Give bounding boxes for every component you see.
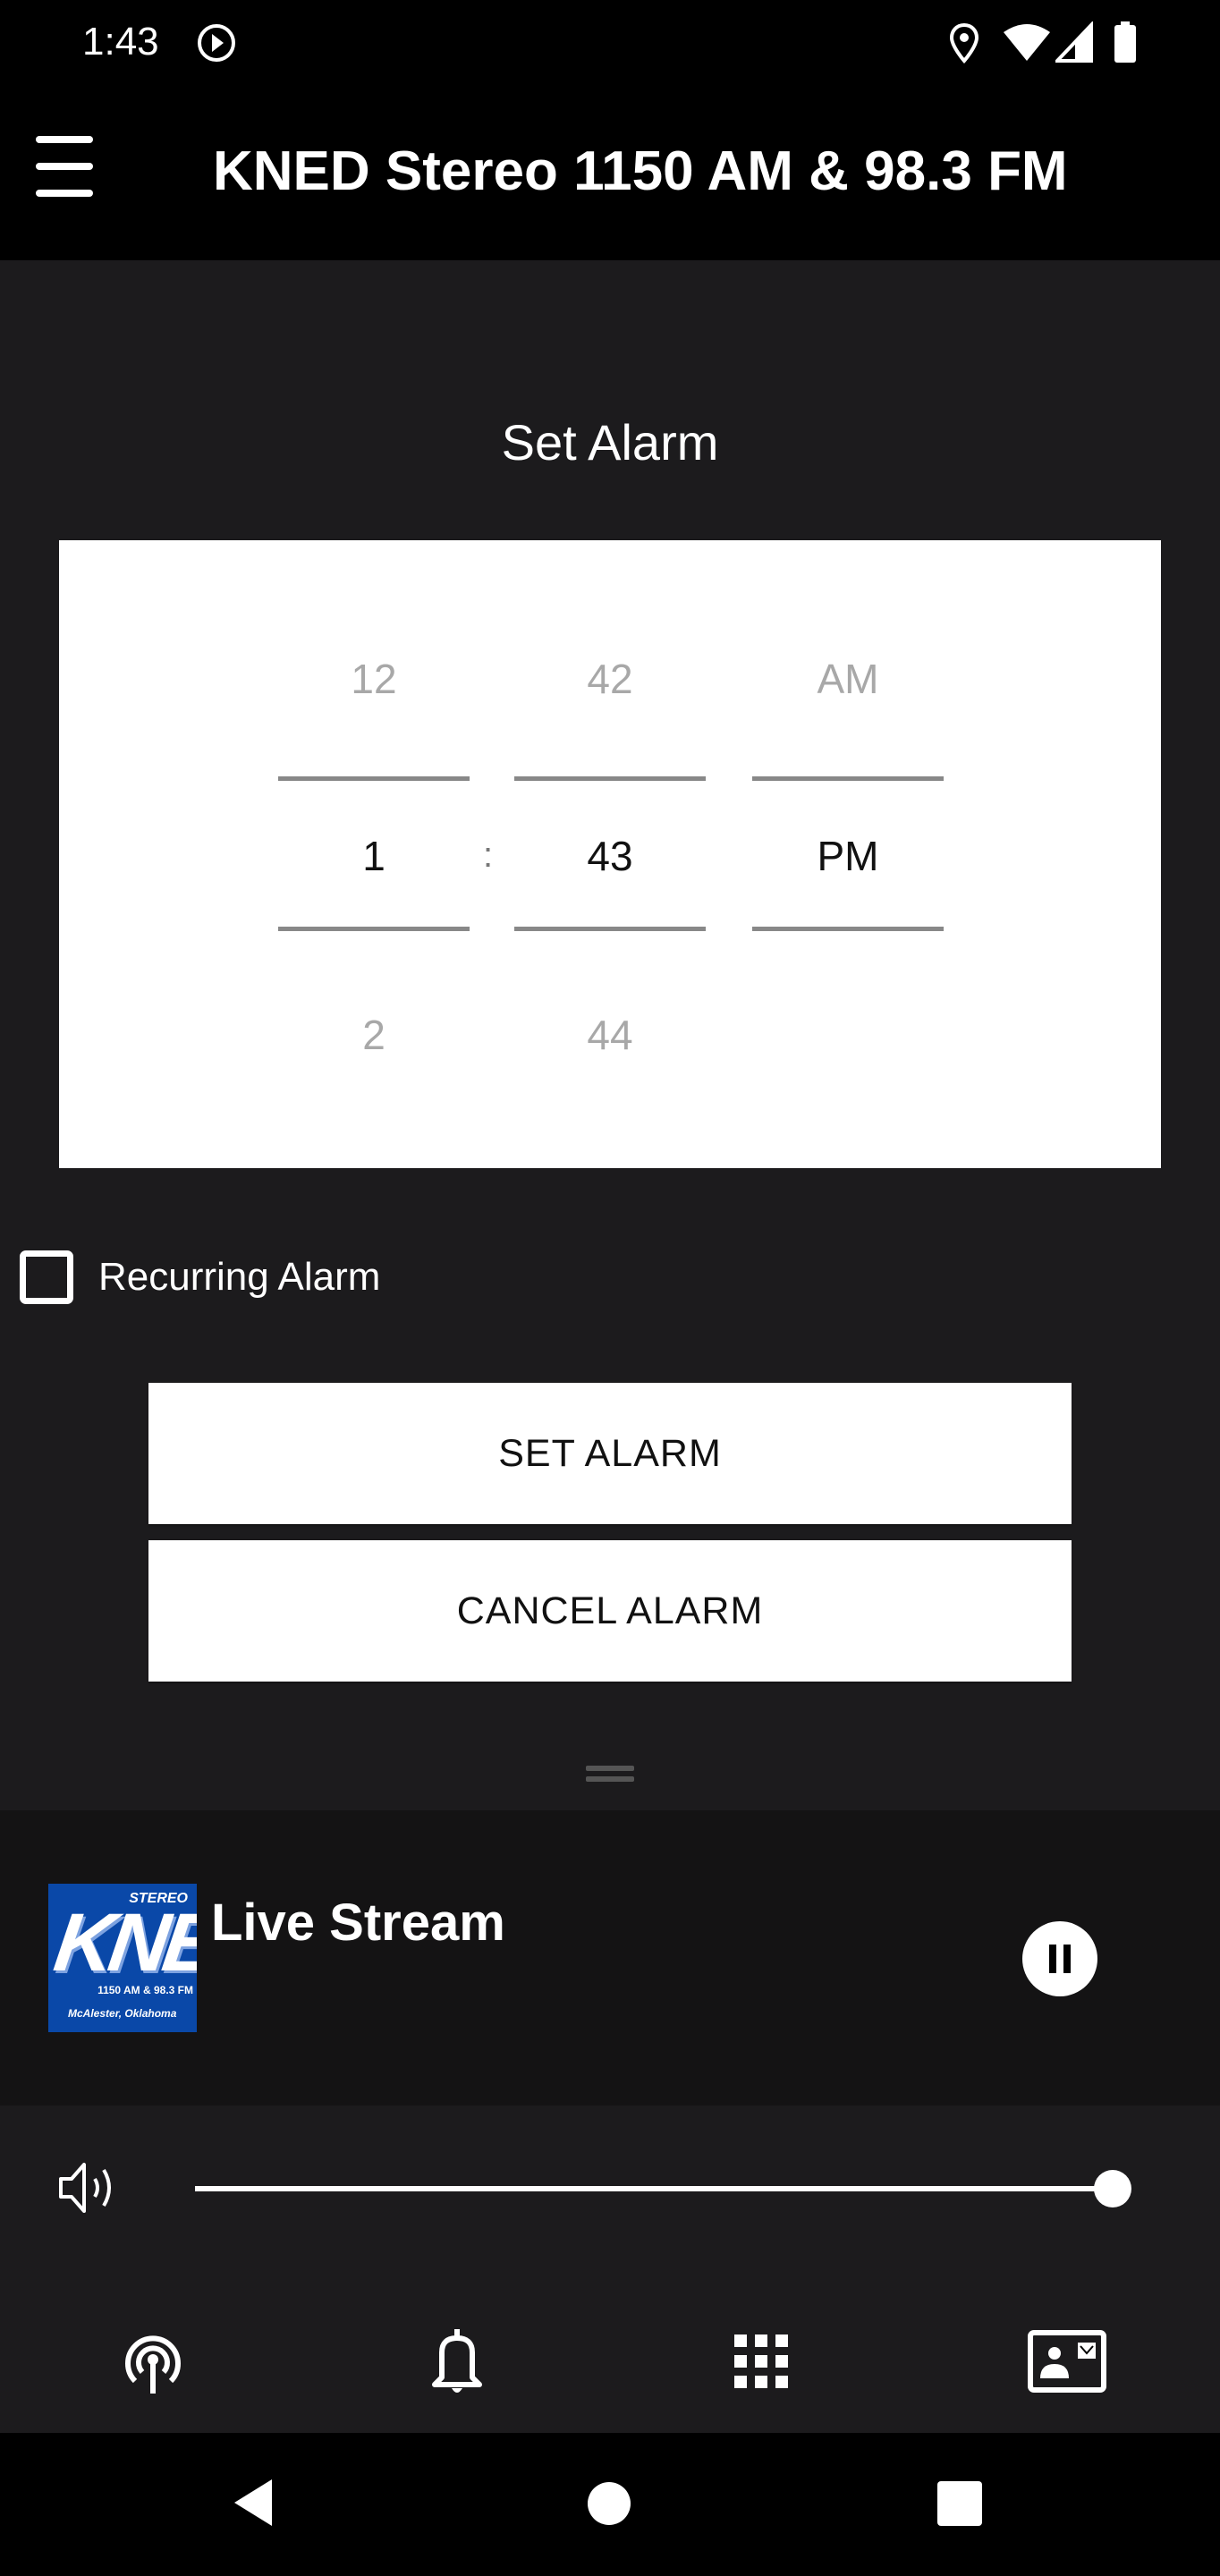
recents-icon[interactable] — [937, 2481, 982, 2526]
set-alarm-button[interactable]: SET ALARM — [148, 1383, 1072, 1524]
hour-current[interactable]: 1 — [278, 832, 470, 880]
station-logo: STEREO KNED 1150 AM & 98.3 FM McAlester,… — [48, 1884, 197, 2032]
ampm-current[interactable]: PM — [752, 832, 944, 880]
minute-prev[interactable]: 42 — [514, 655, 706, 703]
nav-menu-grid[interactable] — [712, 2317, 810, 2406]
stream-title: Live Stream — [211, 1894, 505, 1952]
status-time: 1:43 — [82, 20, 159, 64]
time-separator: : — [483, 835, 494, 875]
back-icon[interactable] — [231, 2478, 275, 2528]
cancel-alarm-button[interactable]: CANCEL ALARM — [148, 1540, 1072, 1682]
battery-icon — [1114, 21, 1136, 63]
hamburger-menu-icon[interactable] — [32, 134, 97, 199]
signal-icon — [1055, 21, 1093, 63]
hour-divider-top — [278, 776, 470, 781]
contact-card-icon — [1028, 2330, 1106, 2393]
minute-next[interactable]: 44 — [514, 1011, 706, 1059]
minute-current[interactable]: 43 — [514, 832, 706, 880]
logo-frequency-text: 1150 AM & 98.3 FM — [97, 1984, 193, 1996]
now-playing-bar: STEREO KNED 1150 AM & 98.3 FM McAlester,… — [0, 1810, 1220, 2106]
nav-live[interactable] — [104, 2317, 202, 2406]
page-heading: Set Alarm — [501, 414, 719, 470]
system-navigation-bar — [0, 2433, 1220, 2576]
wifi-icon — [1004, 24, 1050, 61]
volume-control — [0, 2132, 1220, 2240]
nav-contact[interactable] — [1018, 2317, 1116, 2406]
time-picker: 12 1 2 : 42 43 44 AM PM — [59, 540, 1161, 1168]
hour-next[interactable]: 2 — [278, 1011, 470, 1059]
volume-slider-track[interactable] — [195, 2186, 1113, 2191]
pause-button[interactable] — [1022, 1921, 1097, 1996]
hour-divider-bottom — [278, 927, 470, 931]
bell-icon — [432, 2329, 482, 2393]
hour-prev[interactable]: 12 — [278, 655, 470, 703]
volume-slider-thumb[interactable] — [1094, 2170, 1131, 2207]
location-icon — [949, 22, 979, 64]
recurring-alarm-label: Recurring Alarm — [98, 1255, 381, 1299]
app-title: KNED Stereo 1150 AM & 98.3 FM — [213, 140, 1068, 202]
bottom-navigation — [0, 2290, 1220, 2433]
play-circle-icon — [198, 24, 235, 62]
drag-handle[interactable] — [586, 1764, 634, 1784]
recurring-alarm-option[interactable]: Recurring Alarm — [20, 1250, 380, 1305]
nav-alarm[interactable] — [408, 2317, 506, 2406]
ampm-divider-top — [752, 776, 944, 781]
app-bar: KNED Stereo 1150 AM & 98.3 FM — [0, 89, 1220, 260]
recurring-alarm-checkbox[interactable] — [20, 1250, 73, 1304]
ampm-prev[interactable]: AM — [752, 655, 944, 703]
podcast-antenna-icon — [125, 2335, 181, 2394]
minute-divider-top — [514, 776, 706, 781]
hour-wheel[interactable]: 12 1 2 — [278, 540, 470, 1168]
minute-divider-bottom — [514, 927, 706, 931]
logo-main-text: KNED — [48, 1897, 197, 1988]
minute-wheel[interactable]: 42 43 44 — [514, 540, 706, 1168]
status-bar: 1:43 — [0, 0, 1220, 89]
volume-icon[interactable] — [57, 2159, 122, 2216]
ampm-wheel[interactable]: AM PM — [752, 540, 944, 1168]
pause-icon — [1049, 1945, 1056, 1973]
logo-city-text: McAlester, Oklahoma — [68, 2007, 177, 2020]
grid-icon — [734, 2334, 788, 2388]
ampm-divider-bottom — [752, 927, 944, 931]
home-icon[interactable] — [587, 2481, 631, 2526]
